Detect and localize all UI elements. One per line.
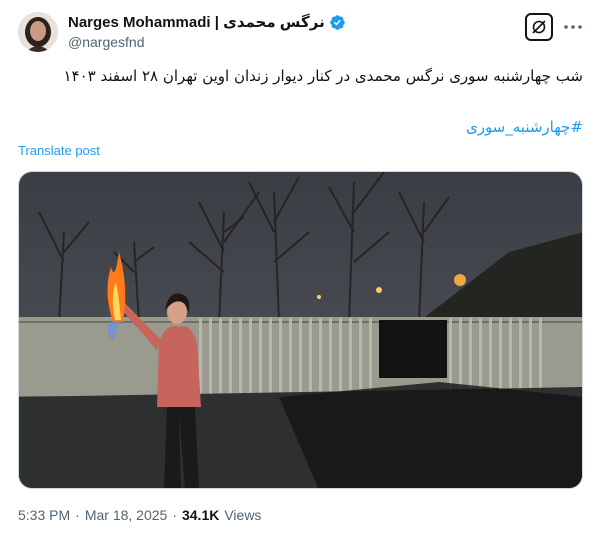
post-metadata: 5:33 PM · Mar 18, 2025 · 34.1K Views	[18, 507, 261, 523]
views-count: 34.1K	[181, 507, 220, 523]
author-name-row[interactable]: Narges Mohammadi | نرگس محمدی	[68, 13, 346, 31]
author-handle[interactable]: @nargesfnd	[68, 34, 144, 50]
grok-icon	[532, 20, 546, 34]
separator: ·	[172, 507, 177, 523]
post-text: شب چهارشنبه سوری نرگس محمدی در کنار دیوا…	[63, 67, 583, 85]
more-button[interactable]	[563, 17, 583, 37]
translate-post-link[interactable]: Translate post	[18, 143, 100, 158]
post-time[interactable]: 5:33 PM	[18, 507, 70, 523]
views-label: Views	[224, 507, 262, 523]
grok-button[interactable]	[525, 13, 553, 41]
post-media-video[interactable]	[18, 171, 583, 489]
verified-badge-icon	[329, 14, 345, 30]
author-display-name[interactable]: Narges Mohammadi | نرگس محمدی	[68, 13, 325, 31]
avatar[interactable]	[18, 12, 58, 52]
separator: ·	[75, 507, 80, 523]
avatar-image	[18, 12, 58, 52]
hashtag-link[interactable]: #چهارشنبه_سوری	[466, 118, 583, 136]
post-date[interactable]: Mar 18, 2025	[85, 507, 168, 523]
video-still-image	[19, 172, 582, 488]
more-icon	[564, 25, 582, 29]
